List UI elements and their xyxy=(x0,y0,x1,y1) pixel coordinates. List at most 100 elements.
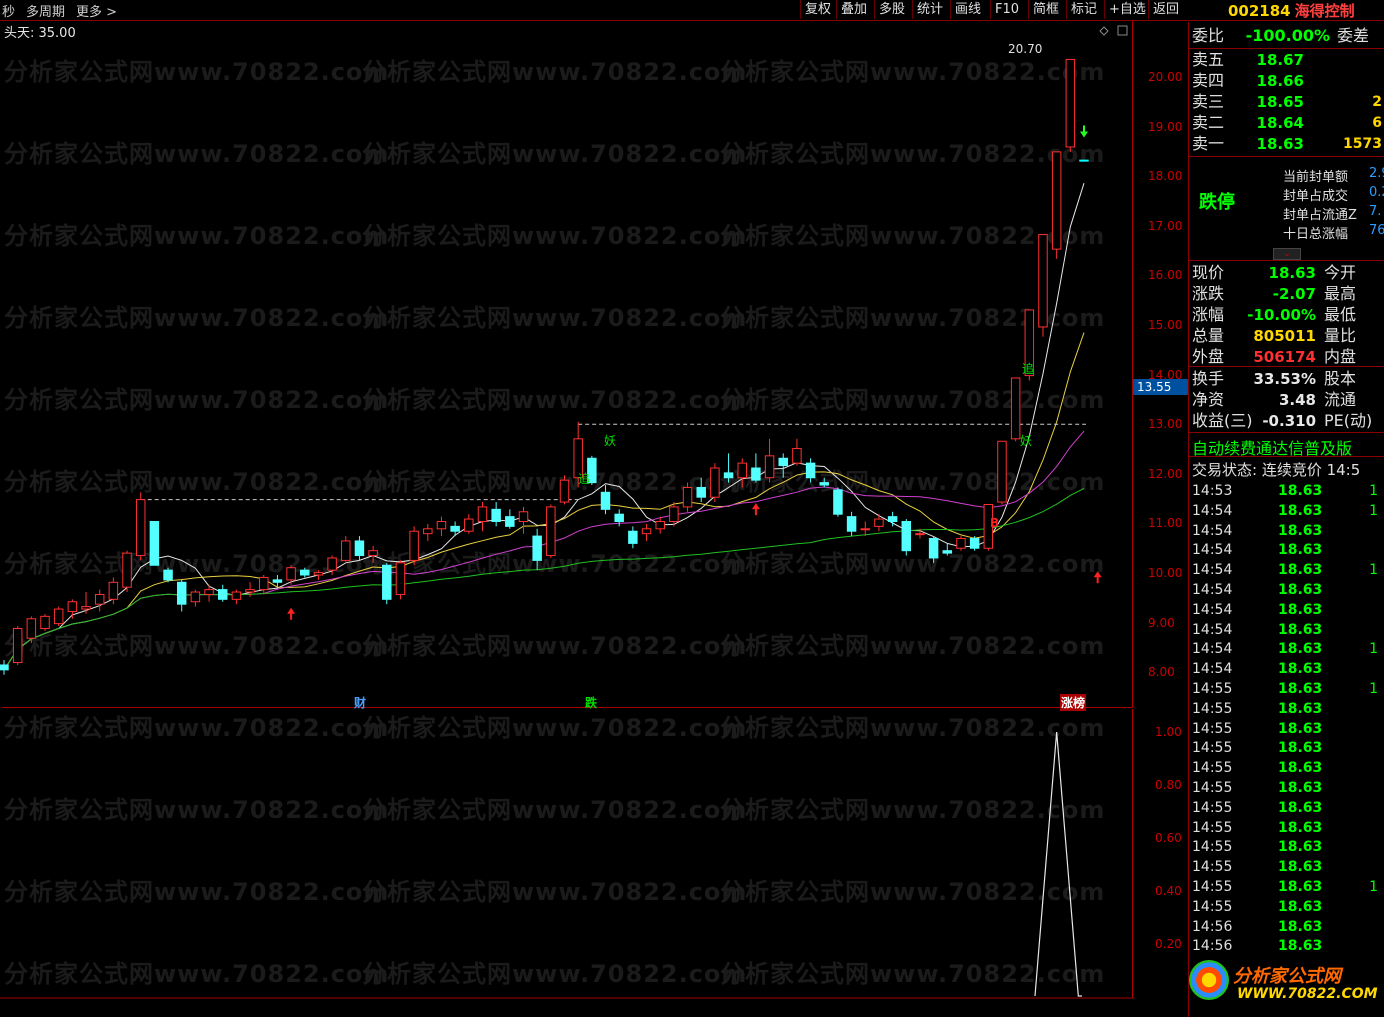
stats-button[interactable]: 统计 xyxy=(912,0,947,19)
candle-body[interactable] xyxy=(819,482,829,486)
candle-body[interactable] xyxy=(313,572,324,576)
candle-body[interactable] xyxy=(217,589,228,600)
candle-body[interactable] xyxy=(272,579,283,583)
quote-label: 外盘 xyxy=(1192,347,1225,366)
candle-body[interactable] xyxy=(518,511,529,523)
candle-body[interactable] xyxy=(723,472,734,479)
candle-body[interactable] xyxy=(327,557,337,571)
candle-body[interactable] xyxy=(81,606,91,610)
f10-button[interactable]: F10 xyxy=(990,0,1023,19)
candle-body[interactable] xyxy=(805,462,816,479)
candle-body[interactable] xyxy=(737,462,747,479)
candle-body[interactable] xyxy=(108,581,119,600)
candle-body[interactable] xyxy=(231,591,242,600)
candle-body[interactable] xyxy=(176,581,187,605)
candle-body[interactable] xyxy=(122,552,132,588)
candle-body[interactable] xyxy=(710,467,720,498)
candle-body[interactable] xyxy=(1051,151,1062,250)
multi-period-tab[interactable]: 多周期 xyxy=(26,1,65,20)
candle-body[interactable] xyxy=(778,457,788,467)
candle-body[interactable] xyxy=(436,521,447,530)
ask-row[interactable]: 卖二 18.64 6 xyxy=(1192,113,1382,133)
candle-body[interactable] xyxy=(887,516,898,522)
overlay-button[interactable]: 叠加 xyxy=(836,0,871,19)
candle-body[interactable] xyxy=(0,664,9,671)
candle-body[interactable] xyxy=(12,628,23,664)
candle-body[interactable] xyxy=(751,467,761,481)
candle-body[interactable] xyxy=(259,576,269,591)
candle-body[interactable] xyxy=(997,440,1007,503)
candle-body[interactable] xyxy=(300,569,310,576)
candle-body[interactable] xyxy=(600,491,611,510)
candle-body[interactable] xyxy=(163,569,173,581)
candle-body[interactable] xyxy=(546,506,556,557)
candle-body[interactable] xyxy=(286,567,296,581)
candle-body[interactable] xyxy=(846,516,857,532)
candle-body[interactable] xyxy=(135,499,146,557)
indicator-chart[interactable] xyxy=(0,710,1134,1000)
candle-body[interactable] xyxy=(1079,159,1089,162)
candlestick-chart[interactable] xyxy=(0,22,1134,708)
candle-body[interactable] xyxy=(928,538,939,559)
draw-line-button[interactable]: 画线 xyxy=(950,0,985,19)
candle-body[interactable] xyxy=(559,479,570,503)
mark-button[interactable]: 标记 xyxy=(1066,0,1101,19)
candle-body[interactable] xyxy=(341,540,351,561)
ask-row[interactable]: 卖四 18.66 xyxy=(1192,71,1382,91)
ask-row[interactable]: 卖一 18.63 1573 xyxy=(1192,134,1382,154)
candle-body[interactable] xyxy=(149,521,160,566)
candle-body[interactable] xyxy=(764,455,775,479)
candle-body[interactable] xyxy=(40,615,50,629)
candle-body[interactable] xyxy=(450,525,460,532)
candle-body[interactable] xyxy=(1065,58,1076,148)
candle-body[interactable] xyxy=(942,550,953,554)
candle-body[interactable] xyxy=(956,538,966,549)
candle-body[interactable] xyxy=(245,589,255,593)
candle-body[interactable] xyxy=(491,508,501,523)
ask-row[interactable]: 卖五 18.67 xyxy=(1192,50,1382,70)
candle-body[interactable] xyxy=(395,562,406,595)
candle-body[interactable] xyxy=(696,486,706,498)
add-watchlist-button[interactable]: +自选 xyxy=(1104,0,1150,19)
candle-body[interactable] xyxy=(901,521,912,552)
window-toggle-icon[interactable] xyxy=(1117,25,1128,36)
candle-body[interactable] xyxy=(1038,234,1048,328)
candle-body[interactable] xyxy=(26,618,37,639)
candle-body[interactable] xyxy=(464,518,474,532)
candle-body[interactable] xyxy=(368,550,378,557)
candle-body[interactable] xyxy=(614,513,624,523)
candle-body[interactable] xyxy=(354,540,365,557)
fuquan-button[interactable]: 复权 xyxy=(800,0,835,19)
candle-body[interactable] xyxy=(874,518,884,527)
candle-body[interactable] xyxy=(67,601,78,612)
candle-body[interactable] xyxy=(190,591,201,603)
candle-body[interactable] xyxy=(423,528,433,535)
seconds-tab[interactable]: 秒 xyxy=(2,1,15,20)
candle-body[interactable] xyxy=(669,506,679,522)
more-menu[interactable]: 更多 > xyxy=(76,1,117,20)
candle-body[interactable] xyxy=(204,589,214,595)
candle-body[interactable] xyxy=(915,533,925,536)
candle-body[interactable] xyxy=(532,535,542,561)
candle-body[interactable] xyxy=(655,521,665,530)
multi-stock-button[interactable]: 多股 xyxy=(874,0,909,19)
simple-frame-button[interactable]: 简框 xyxy=(1028,0,1063,19)
candle-body[interactable] xyxy=(833,489,843,515)
candle-body[interactable] xyxy=(382,564,392,600)
ask-row[interactable]: 卖三 18.65 2 xyxy=(1192,92,1382,112)
diamond-icon[interactable] xyxy=(1099,26,1109,36)
back-button[interactable]: 返回 xyxy=(1148,0,1183,19)
candle-body[interactable] xyxy=(409,530,419,561)
candle-body[interactable] xyxy=(641,528,652,535)
candle-body[interactable] xyxy=(860,528,871,531)
candle-body[interactable] xyxy=(1010,377,1021,440)
candle-body[interactable] xyxy=(505,516,515,527)
candle-body[interactable] xyxy=(477,506,488,522)
candle-body[interactable] xyxy=(94,593,105,605)
candle-body[interactable] xyxy=(628,530,638,544)
candle-body[interactable] xyxy=(682,486,693,508)
candle-body[interactable] xyxy=(53,608,64,625)
chevron-down-icon[interactable]: ⌄ xyxy=(1273,248,1301,260)
candle-body[interactable] xyxy=(969,538,980,549)
candle-body[interactable] xyxy=(792,448,802,464)
